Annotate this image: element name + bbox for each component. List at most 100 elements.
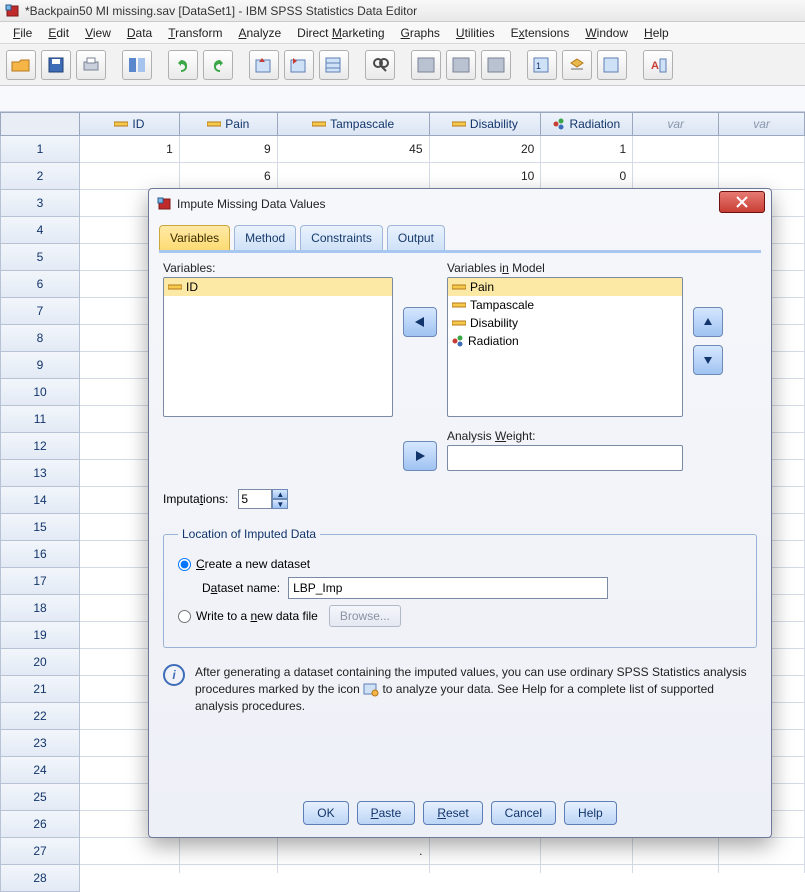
cell[interactable] xyxy=(633,865,719,873)
move-down-button[interactable] xyxy=(693,345,723,375)
variables-button[interactable] xyxy=(319,50,349,80)
cell[interactable] xyxy=(80,838,180,865)
row-number[interactable]: 5 xyxy=(0,244,80,271)
cell[interactable]: 1 xyxy=(80,136,180,163)
col-header-empty[interactable]: var xyxy=(719,112,805,136)
write-file-radio[interactable] xyxy=(178,610,191,623)
cell[interactable] xyxy=(719,865,805,873)
use-sets-button[interactable] xyxy=(562,50,592,80)
menu-window[interactable]: Window xyxy=(578,24,635,42)
variables-listbox[interactable]: ID xyxy=(163,277,393,417)
row-number[interactable]: 4 xyxy=(0,217,80,244)
move-to-weight-button[interactable] xyxy=(403,441,437,471)
analysis-weight-input[interactable] xyxy=(447,445,683,471)
row-number[interactable]: 22 xyxy=(0,703,80,730)
cell[interactable]: 20 xyxy=(430,136,542,163)
cell[interactable]: 0 xyxy=(541,163,633,190)
menu-view[interactable]: View xyxy=(78,24,118,42)
cell[interactable]: 1 xyxy=(541,136,633,163)
cell[interactable] xyxy=(633,838,719,865)
row-number[interactable]: 24 xyxy=(0,757,80,784)
tab-constraints[interactable]: Constraints xyxy=(300,225,383,250)
cell[interactable]: 10 xyxy=(430,163,542,190)
cell[interactable]: 6 xyxy=(180,163,278,190)
split-file-button[interactable] xyxy=(411,50,441,80)
menu-analyze[interactable]: Analyze xyxy=(231,24,288,42)
undo-button[interactable] xyxy=(168,50,198,80)
list-item[interactable]: Disability xyxy=(448,314,682,332)
cancel-button[interactable]: Cancel xyxy=(491,801,556,825)
row-number[interactable]: 28 xyxy=(0,865,80,892)
menu-data[interactable]: Data xyxy=(120,24,159,42)
cell[interactable]: 9 xyxy=(180,136,278,163)
find-button[interactable] xyxy=(365,50,395,80)
print-button[interactable] xyxy=(76,50,106,80)
grid-corner[interactable] xyxy=(0,112,80,136)
dataset-name-input[interactable] xyxy=(288,577,608,599)
list-item[interactable]: Radiation xyxy=(448,332,682,350)
save-button[interactable] xyxy=(41,50,71,80)
row-number[interactable]: 27 xyxy=(0,838,80,865)
cell[interactable] xyxy=(278,163,430,190)
open-button[interactable] xyxy=(6,50,36,80)
cell[interactable] xyxy=(633,163,719,190)
spellcheck-button[interactable]: A xyxy=(643,50,673,80)
row-number[interactable]: 7 xyxy=(0,298,80,325)
menu-graphs[interactable]: Graphs xyxy=(394,24,447,42)
customize-button[interactable] xyxy=(597,50,627,80)
menu-transform[interactable]: Transform xyxy=(161,24,229,42)
cell[interactable]: 3 xyxy=(180,865,278,873)
tab-method[interactable]: Method xyxy=(234,225,296,250)
col-header-empty[interactable]: var xyxy=(633,112,719,136)
cell[interactable] xyxy=(719,163,805,190)
row-number[interactable]: 13 xyxy=(0,460,80,487)
cell[interactable] xyxy=(80,163,180,190)
imputations-input[interactable] xyxy=(238,489,272,509)
list-item[interactable]: Pain xyxy=(448,278,682,296)
col-header-tampascale[interactable]: Tampascale xyxy=(278,112,430,136)
cell[interactable] xyxy=(633,136,719,163)
row-number[interactable]: 21 xyxy=(0,676,80,703)
redo-button[interactable] xyxy=(203,50,233,80)
menu-extensions[interactable]: Extensions xyxy=(504,24,577,42)
cell[interactable] xyxy=(541,838,633,865)
goto-variable-button[interactable] xyxy=(284,50,314,80)
spinner-up-button[interactable]: ▲ xyxy=(272,489,288,499)
cell[interactable]: 36 xyxy=(278,865,430,873)
tab-variables[interactable]: Variables xyxy=(159,225,230,250)
row-number[interactable]: 2 xyxy=(0,163,80,190)
goto-case-button[interactable] xyxy=(249,50,279,80)
menu-direct-marketing[interactable]: Direct Marketing xyxy=(290,24,391,42)
list-item[interactable]: ID xyxy=(164,278,392,296)
tab-output[interactable]: Output xyxy=(387,225,445,250)
cell[interactable]: . xyxy=(278,838,430,865)
cell[interactable] xyxy=(719,136,805,163)
menu-file[interactable]: File xyxy=(6,24,39,42)
close-button[interactable] xyxy=(719,191,765,213)
spinner-down-button[interactable]: ▼ xyxy=(272,499,288,509)
row-number[interactable]: 16 xyxy=(0,541,80,568)
col-header-radiation[interactable]: Radiation xyxy=(541,112,633,136)
reset-button[interactable]: Reset xyxy=(423,801,482,825)
menu-utilities[interactable]: Utilities xyxy=(449,24,502,42)
imputations-spinner[interactable]: ▲ ▼ xyxy=(238,489,288,509)
col-header-pain[interactable]: Pain xyxy=(180,112,278,136)
row-number[interactable]: 25 xyxy=(0,784,80,811)
row-number[interactable]: 18 xyxy=(0,595,80,622)
row-number[interactable]: 10 xyxy=(0,379,80,406)
row-number[interactable]: 14 xyxy=(0,487,80,514)
row-number[interactable]: 9 xyxy=(0,352,80,379)
ok-button[interactable]: OK xyxy=(303,801,348,825)
cell[interactable] xyxy=(180,838,278,865)
row-number[interactable]: 12 xyxy=(0,433,80,460)
row-number[interactable]: 11 xyxy=(0,406,80,433)
list-item[interactable]: Tampascale xyxy=(448,296,682,314)
select-cases-button[interactable] xyxy=(481,50,511,80)
menu-help[interactable]: Help xyxy=(637,24,676,42)
row-number[interactable]: 23 xyxy=(0,730,80,757)
row-number[interactable]: 26 xyxy=(0,811,80,838)
cell[interactable] xyxy=(719,838,805,865)
col-header-disability[interactable]: Disability xyxy=(430,112,542,136)
paste-button[interactable]: Paste xyxy=(357,801,416,825)
create-dataset-radio[interactable] xyxy=(178,558,191,571)
